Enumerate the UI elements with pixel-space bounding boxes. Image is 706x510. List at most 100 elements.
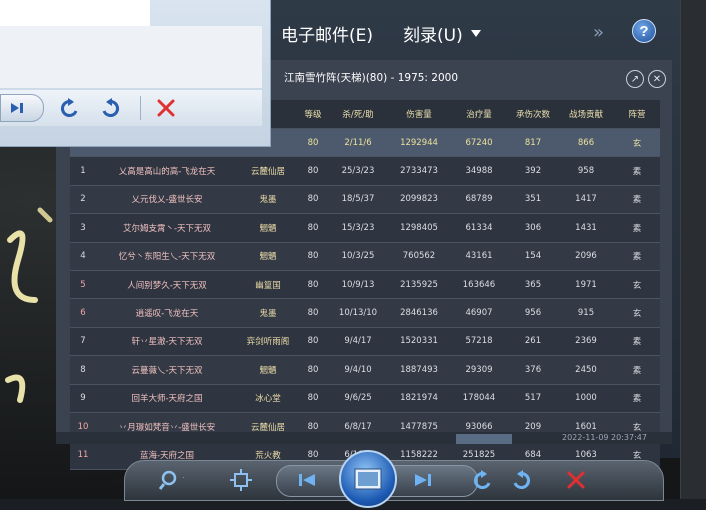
cell: 9/6/25 (328, 384, 388, 413)
cell: 2450 (558, 355, 614, 385)
cell: 61334 (450, 213, 508, 243)
table-row: 7 轩丷星澈-天下无双 弈剑听雨阁 80 9/4/17 1520331 57218 261 23… (70, 327, 660, 357)
cell: 866 (558, 128, 614, 158)
table-row: 3 艾尔姆支霄丶-天下无双 魍魉 80 15/3/23 1298405 61334 306 14… (70, 213, 660, 243)
cell: 人间别梦久-天下无双 (96, 270, 238, 300)
background-window (0, 0, 271, 147)
rotate-cw-button[interactable] (508, 468, 534, 492)
col-header: 伤害量 (388, 100, 450, 129)
cell: 80 (298, 355, 328, 385)
fit-window-button[interactable] (228, 468, 254, 492)
slideshow-icon (354, 468, 382, 490)
cell: 351 (508, 185, 558, 215)
cell: 2135925 (388, 270, 450, 300)
menu-bar: 电子邮件(E) 刻录(U) (263, 14, 681, 52)
table-row: 1 乂高是高山的高-飞龙在天 云麓仙居 80 25/3/23 2733473 34988 39… (70, 156, 660, 186)
previous-icon (299, 474, 315, 486)
chevron-down-icon (470, 29, 481, 37)
close-icon: ✕ (648, 70, 666, 88)
cell: 回羊大师-天府之国 (96, 384, 238, 413)
col-header: 阵营 (614, 100, 660, 129)
col-header: 战场贡献 (558, 100, 614, 129)
cell: 80 (298, 327, 328, 357)
cell: 67240 (450, 128, 508, 158)
text-field[interactable] (0, 0, 150, 26)
cell: 鬼墨 (238, 185, 298, 215)
previous-button[interactable] (294, 468, 320, 492)
cell: 817 (508, 128, 558, 158)
cell: 11 (70, 440, 96, 470)
rotate-cw-icon[interactable] (98, 96, 122, 120)
cell: 178044 (450, 384, 508, 413)
cell: 2096 (558, 242, 614, 271)
cell: 10/3/25 (328, 242, 388, 271)
more-menu-icon[interactable]: » (593, 22, 604, 43)
cell: 46907 (450, 298, 508, 328)
table-row: 8 云蔓薇乀-天下无双 魍魉 80 9/4/10 1887493 29309 376 2450 素 (70, 355, 660, 385)
rotate-ccw-button[interactable] (470, 468, 496, 492)
cell: 154 (508, 242, 558, 271)
cell: 365 (508, 270, 558, 300)
cell: 5 (70, 270, 96, 300)
col-header: 杀/死/助 (328, 100, 388, 129)
cell: 魍魉 (238, 355, 298, 385)
cell: 760562 (388, 242, 450, 271)
cell: 8 (70, 355, 96, 385)
cell: 乂元伐乂-盛世长安 (96, 185, 238, 215)
rotate-ccw-icon[interactable] (58, 96, 82, 120)
cell: 80 (298, 213, 328, 243)
cell: 云麓仙居 (238, 156, 298, 186)
share-record-button (456, 434, 512, 444)
next-button-partial[interactable] (0, 94, 44, 122)
cell: 1971 (558, 270, 614, 300)
cell: 80 (298, 156, 328, 186)
cell: 9 (70, 384, 96, 413)
menu-burn[interactable]: 刻录(U) (399, 19, 485, 48)
cell: 9/4/17 (328, 327, 388, 357)
cell: 25/3/23 (328, 156, 388, 186)
cell: 冰心堂 (238, 384, 298, 413)
cell: 29309 (450, 355, 508, 385)
ranking-table: 等级 杀/死/助 伤害量 治疗量 承伤次数 战场贡献 阵营 80 2/11/6 … (70, 100, 660, 470)
next-icon (415, 474, 431, 486)
cell: 玄 (614, 298, 660, 328)
cell: 10/9/13 (328, 270, 388, 300)
cell: 376 (508, 355, 558, 385)
cell: 2846136 (388, 298, 450, 328)
cell: 弈剑听雨阁 (238, 327, 298, 357)
cell: 57218 (450, 327, 508, 357)
toolbar-separator (140, 96, 141, 120)
cell: 1 (70, 156, 96, 186)
cell: 1431 (558, 213, 614, 243)
cell: 素 (614, 355, 660, 385)
menu-email[interactable]: 电子邮件(E) (277, 19, 377, 48)
magnifier-icon (158, 470, 184, 490)
cell: 80 (298, 128, 328, 158)
next-button[interactable] (410, 468, 436, 492)
delete-icon (567, 471, 585, 489)
cell: 素 (614, 213, 660, 243)
cell: 15/3/23 (328, 213, 388, 243)
help-button[interactable]: ? (632, 19, 656, 43)
table-row: 9 回羊大师-天府之国 冰心堂 80 9/6/25 1821974 178044 517 100… (70, 384, 660, 413)
slideshow-button[interactable] (339, 450, 397, 508)
cell: 163646 (450, 270, 508, 300)
cell: 玄 (614, 270, 660, 300)
cell: 幽篁国 (238, 270, 298, 300)
cell: 80 (298, 242, 328, 271)
cell: 6 (70, 298, 96, 328)
col-header: 治疗量 (450, 100, 508, 129)
zoom-button[interactable] (158, 468, 184, 492)
cell: 1417 (558, 185, 614, 215)
col-header: 承伤次数 (508, 100, 558, 129)
cell: 306 (508, 213, 558, 243)
delete-icon[interactable] (154, 96, 178, 120)
delete-button[interactable] (563, 468, 589, 492)
rotate-ccw-icon (473, 470, 491, 490)
cell: 1520331 (388, 327, 450, 357)
cell: 1000 (558, 384, 614, 413)
table-row: 4 忆兮丶东阳生乀-天下无双 魍魉 80 10/3/25 760562 43161 154 20… (70, 242, 660, 271)
cell: 2733473 (388, 156, 450, 186)
cell: 忆兮丶东阳生乀-天下无双 (96, 242, 238, 271)
cell: 34988 (450, 156, 508, 186)
